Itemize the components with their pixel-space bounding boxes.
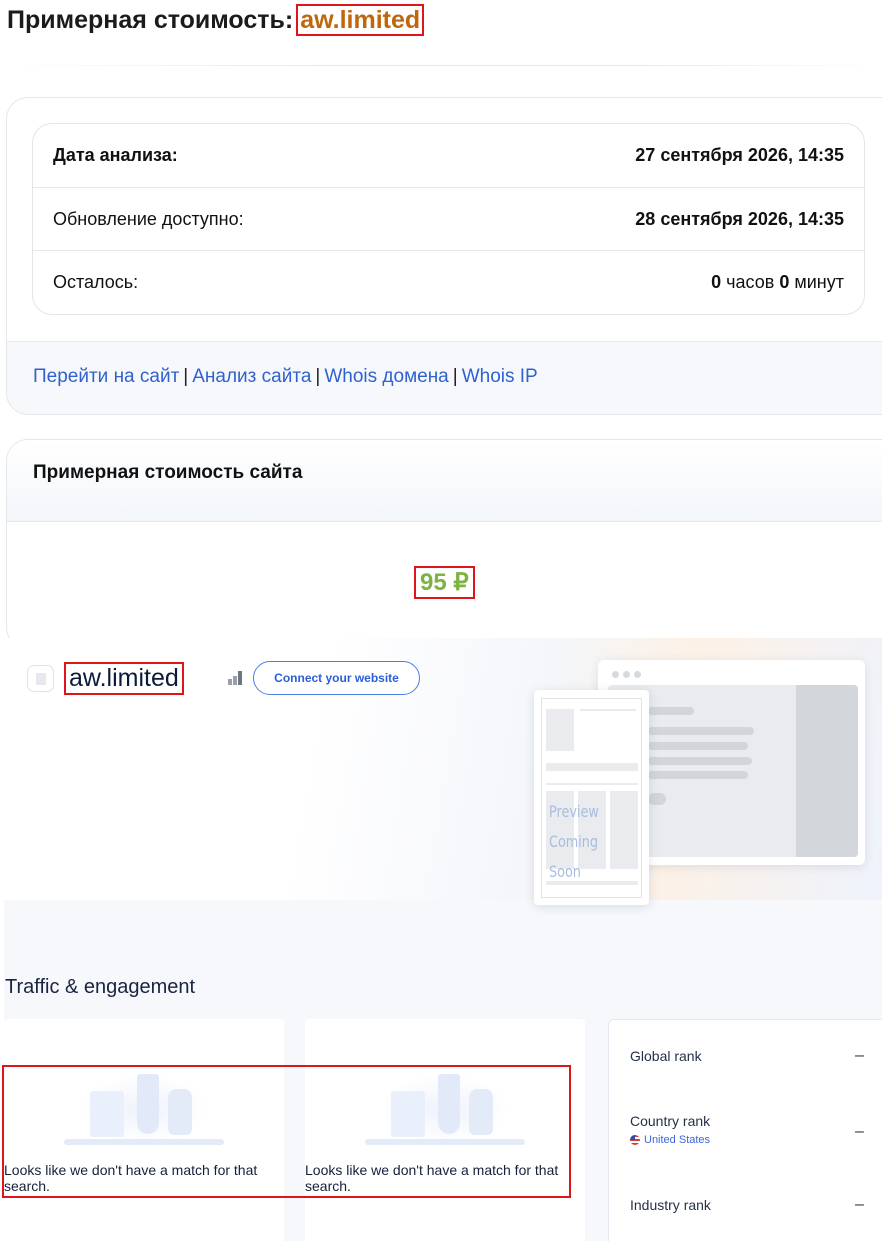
update-available-value: 28 сентября 2026, 14:35 [635,208,844,229]
country-rank-value: – [855,1123,864,1140]
hours-unit: часов [726,271,775,292]
whois-ip-link[interactable]: Whois IP [462,366,538,387]
industry-rank-value: – [855,1196,864,1213]
analysis-info-table: Дата анализа: 27 сентября 2026, 14:35 Об… [32,123,865,315]
link-separator: | [315,366,321,387]
minutes-count: 0 [779,271,790,292]
site-links: Перейти на сайт | Анализ сайта | Whois домен… [33,366,538,388]
annotation-outline [2,1065,571,1198]
go-to-site-link[interactable]: Перейти на сайт [33,366,179,387]
industry-rank-label: Industry rank [630,1197,711,1213]
country-rank-country[interactable]: United States [630,1134,710,1146]
analysis-date-label: Дата анализа: [53,145,178,165]
connect-website-button[interactable]: Connect your website [253,661,420,695]
site-analysis-link[interactable]: Анализ сайта [192,366,311,387]
valuation-price: 95 ₽ [414,566,475,599]
update-available-row: Обновление доступно: 28 сентября 2026, 1… [33,187,864,250]
traffic-section-title: Traffic & engagement [5,976,196,998]
country-rank-label: Country rank [630,1113,711,1129]
analysis-date-value: 27 сентября 2026, 14:35 [635,145,844,165]
link-separator: | [452,366,458,387]
update-available-label: Обновление доступно: [53,208,244,229]
country-name: United States [644,1134,711,1146]
minutes-unit: минут [794,271,844,292]
analysis-date-row: Дата анализа: 27 сентября 2026, 14:35 [33,124,864,187]
page-title: Примерная стоимость: aw.limited [7,4,425,36]
page-title-prefix: Примерная стоимость: [7,5,294,34]
link-separator: | [183,366,189,387]
site-favicon [27,665,54,692]
global-rank-value: – [855,1047,864,1064]
site-name: aw.limited [64,662,184,695]
time-remaining-label: Осталось: [53,271,139,292]
time-remaining-value: 0 часов 0 минут [711,272,844,293]
rank-card: Global rank – Country rank United States… [608,1019,882,1241]
window-dots [612,671,641,678]
rank-bars-icon [228,671,242,685]
global-rank-label: Global rank [630,1048,702,1064]
hours-count: 0 [711,271,722,292]
whois-domain-link[interactable]: Whois домена [324,366,448,387]
heading-divider [0,65,882,66]
document-icon [35,672,46,685]
time-remaining-row: Осталось: 0 часов 0 минут [33,250,864,313]
valuation-title: Примерная стоимость сайта [33,462,303,483]
page-title-domain: aw.limited [296,4,425,36]
us-flag-icon [630,1135,640,1145]
preview-coming-soon-text: Preview Coming Soon [549,802,599,881]
